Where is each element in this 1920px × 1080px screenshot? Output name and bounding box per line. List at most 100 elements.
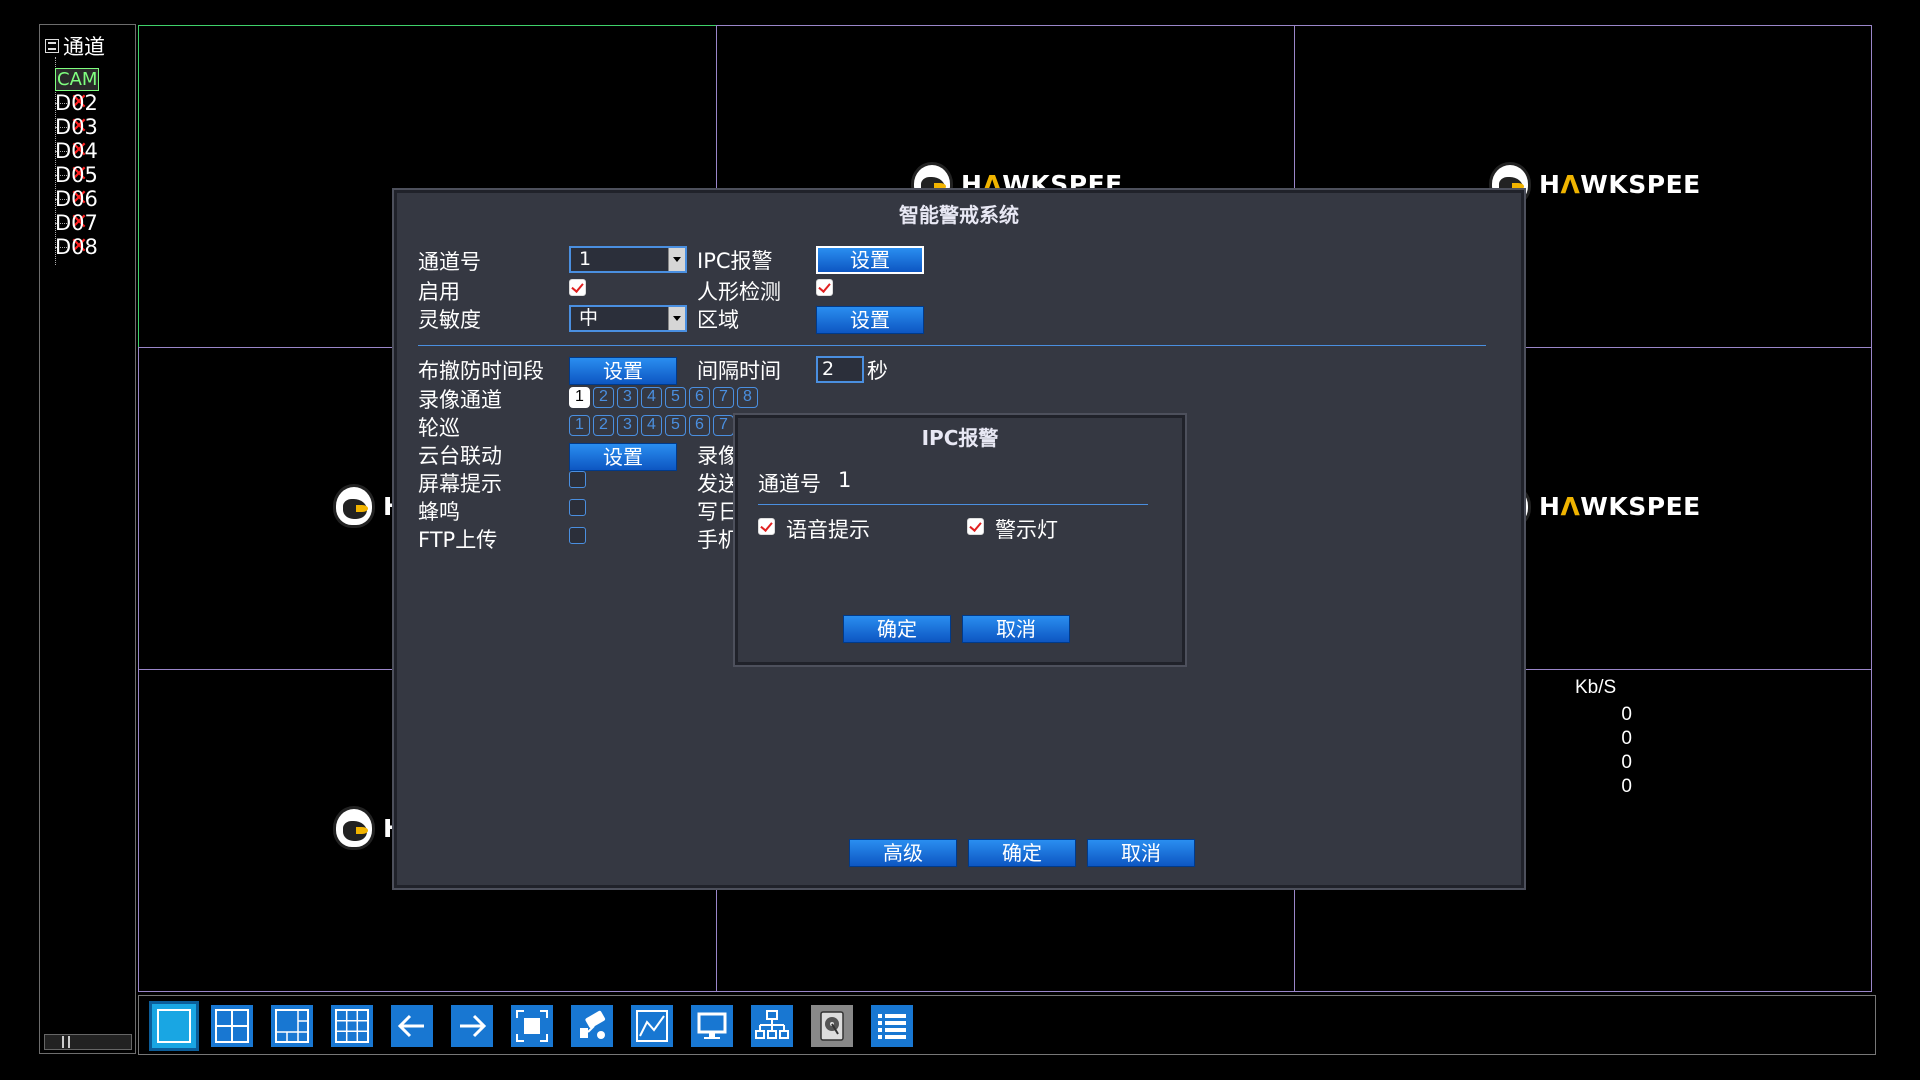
screen-tip-checkbox[interactable] [569,471,586,488]
advanced-button[interactable]: 高级 [849,839,957,867]
bitrate-value: 0 [1621,728,1632,749]
record-channel-1[interactable]: 1 [569,387,590,408]
fullscreen-icon [516,1010,548,1042]
monitor-button[interactable] [691,1005,733,1047]
record-channel-4[interactable]: 4 [641,387,662,408]
tour-channel-4[interactable]: 4 [641,415,662,436]
tour-channel-7[interactable]: 7 [713,415,734,436]
arrow-right-icon [460,1014,487,1038]
region-set-button[interactable]: 设置 [816,306,924,334]
tree-item-label: D05 [55,163,98,187]
screen-tip-label: 屏幕提示 [418,472,502,496]
record-channel-2[interactable]: 2 [593,387,614,408]
record-channel-3[interactable]: 3 [617,387,638,408]
hdd-button[interactable] [811,1005,853,1047]
enable-checkbox[interactable] [569,279,586,296]
voice-tip-checkbox[interactable] [758,518,775,535]
warning-light-label: 警示灯 [995,518,1058,542]
dialog-title: 智能警戒系统 [899,203,1019,227]
record-channel-5[interactable]: 5 [665,387,686,408]
schedule-set-button[interactable]: 设置 [569,357,677,385]
tour-channel-3[interactable]: 3 [617,415,638,436]
monitor-icon [697,1012,727,1039]
buzzer-checkbox[interactable] [569,499,586,516]
scroll-thumb[interactable] [62,1036,70,1048]
list-button[interactable] [871,1005,913,1047]
ptz-link-label: 云台联动 [418,444,502,468]
ipc-alarm-set-button[interactable]: 设置 [816,246,924,274]
sub-cancel-button[interactable]: 取消 [962,615,1070,643]
quad-view-icon [215,1009,249,1043]
tree-item-label: D08 [55,235,98,259]
record-channel-6[interactable]: 6 [689,387,710,408]
voice-tip-label: 语音提示 [786,518,870,542]
collapse-icon[interactable] [45,39,59,53]
chart-icon [636,1010,668,1042]
ipc-alarm-label: IPC报警 [697,249,773,273]
network-button[interactable] [751,1005,793,1047]
interval-unit: 秒 [867,359,888,383]
cancel-button[interactable]: 取消 [1087,839,1195,867]
tree-item-d06[interactable]: ✕ D06 [55,187,98,211]
tour-channel-1[interactable]: 1 [569,415,590,436]
tree-item-d08[interactable]: ✕ D08 [55,235,98,259]
tree-item-cam[interactable]: ▶ CAM [55,67,100,91]
tree-item-d03[interactable]: ✕ D03 [55,115,98,139]
tree-item-d05[interactable]: ✕ D05 [55,163,98,187]
bitrate-value: 0 [1621,704,1632,725]
record-delay-label: 录像 [697,444,739,468]
ptz-button[interactable] [571,1005,613,1047]
tree-item-label: D07 [55,211,98,235]
logo-text: HΛWKSPEE [1539,491,1701,521]
bitrate-panel: Kb/S 0 0 0 0 [1575,677,1665,799]
ipc-alarm-dialog: IPC报警 通道号 1 语音提示 警示灯 确定 取消 [733,413,1187,667]
tree-item-d02[interactable]: ✕ D02 [55,91,98,115]
tour-channel-2[interactable]: 2 [593,415,614,436]
sub-ok-button[interactable]: 确定 [843,615,951,643]
network-icon [755,1010,789,1039]
schedule-label: 布撤防时间段 [418,359,544,383]
tree-item-label: CAM [55,67,100,91]
ptz-link-set-button[interactable]: 设置 [569,443,677,471]
ok-button[interactable]: 确定 [968,839,1076,867]
fullscreen-button[interactable] [511,1005,553,1047]
channel-select[interactable]: 1 [569,246,687,273]
buzzer-label: 蜂鸣 [418,500,460,524]
sensitivity-select[interactable]: 中 [569,305,687,332]
tree-item-d07[interactable]: ✕ D07 [55,211,98,235]
warning-light-checkbox[interactable] [967,518,984,535]
tree-root[interactable]: 通道 [45,31,105,61]
nine-view-button[interactable] [331,1005,373,1047]
record-channel-7[interactable]: 7 [713,387,734,408]
tour-channel-selector: 1 2 3 4 5 6 7 [569,415,734,436]
record-channel-label: 录像通道 [418,388,502,412]
previous-button[interactable] [391,1005,433,1047]
tree-item-label: D02 [55,91,98,115]
single-view-button[interactable] [149,1001,199,1051]
six-view-button[interactable] [271,1005,313,1047]
tour-channel-5[interactable]: 5 [665,415,686,436]
ftp-upload-checkbox[interactable] [569,527,586,544]
record-channel-8[interactable]: 8 [737,387,758,408]
human-detect-label: 人形检测 [697,280,781,304]
interval-input[interactable]: 2 [816,356,864,383]
next-button[interactable] [451,1005,493,1047]
eagle-logo-icon [333,484,375,528]
quad-view-button[interactable] [211,1005,253,1047]
six-view-icon [275,1009,309,1043]
chevron-down-icon[interactable] [668,248,685,271]
sensitivity-label: 灵敏度 [418,308,481,332]
chevron-down-icon[interactable] [668,307,685,330]
arrow-left-icon [397,1014,424,1038]
human-detect-checkbox[interactable] [816,279,833,296]
tree-scrollbar[interactable] [44,1034,132,1050]
channel-select-value: 1 [579,248,592,270]
tour-channel-6[interactable]: 6 [689,415,710,436]
chart-button[interactable] [631,1005,673,1047]
sensitivity-select-value: 中 [579,307,599,329]
region-label: 区域 [697,308,739,332]
channel-tree: 通道 ▶ CAM ✕ D02 ✕ D03 ✕ D04 ✕ D05 ✕ D06 ✕… [39,24,136,1054]
tree-item-label: D06 [55,187,98,211]
tree-item-d04[interactable]: ✕ D04 [55,139,98,163]
logo-text: HΛWKSPEE [1539,169,1701,199]
